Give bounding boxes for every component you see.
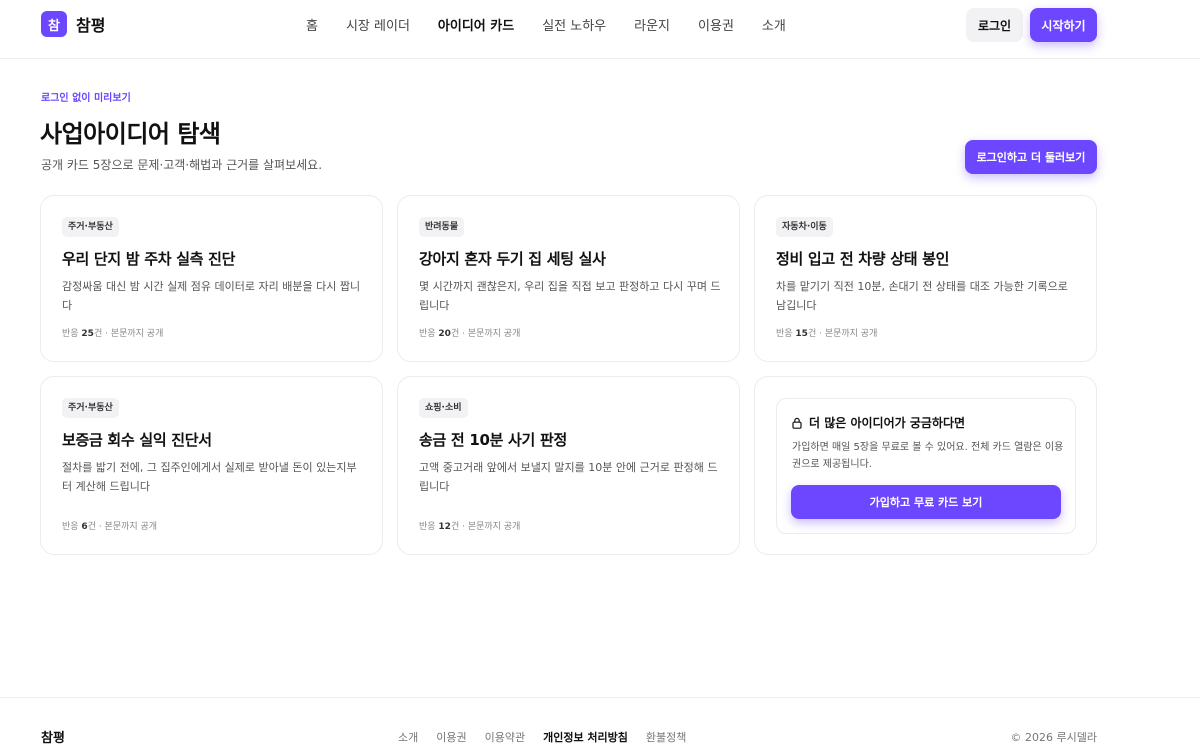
login-browse-more-button[interactable]: 로그인하고 더 둘러보기 [965, 140, 1097, 174]
logo-text: 참평 [76, 16, 106, 35]
card-meta: 반응 25건 · 본문까지 공개 [62, 329, 164, 339]
logo-mark: 참 [41, 11, 67, 37]
footer-links: 소개 이용권 이용약관 개인정보 처리방침 환불정책 [398, 729, 704, 745]
promo-header: 더 많은 아이디어가 궁금하다면 [791, 414, 965, 431]
logo[interactable]: 참 참평 [41, 11, 105, 37]
copyright: © 2026 루시델라 [1010, 731, 1097, 744]
page-subtitle: 공개 카드 5장으로 문제·고객·해법과 근거를 살펴보세요. [41, 158, 323, 172]
card-description: 고액 중고거래 앞에서 보낼지 말지를 10분 안에 근거로 판정해 드립니다 [419, 461, 718, 493]
promo-title: 더 많은 아이디어가 궁금하다면 [809, 416, 966, 430]
reaction-count: 25 [81, 329, 94, 339]
nav-pass[interactable]: 이용권 [698, 15, 734, 34]
footer: 참평 소개 이용권 이용약관 개인정보 처리방침 환불정책 © 2026 루시델… [0, 697, 1200, 750]
card-title: 강아지 혼자 두기 집 세팅 실사 [419, 250, 606, 268]
start-button[interactable]: 시작하기 [1030, 8, 1097, 42]
footer-link-refund[interactable]: 환불정책 [646, 729, 686, 745]
card-meta: 반응 6건 · 본문까지 공개 [62, 522, 158, 532]
idea-card-3[interactable]: 자동차·이동 정비 입고 전 차량 상태 봉인 차를 맡기기 직전 10분, 손… [754, 195, 1097, 362]
card-meta: 반응 15건 · 본문까지 공개 [776, 329, 878, 339]
preview-eyebrow: 로그인 없이 미리보기 [41, 93, 131, 104]
card-description: 절차를 밟기 전에, 그 집주인에게서 실제로 받아낼 돈이 있는지부터 계산해… [62, 461, 357, 493]
signup-promo-box: 더 많은 아이디어가 궁금하다면 가입하면 매일 5장을 무료로 볼 수 있어요… [776, 398, 1076, 534]
signup-promo-card: 더 많은 아이디어가 궁금하다면 가입하면 매일 5장을 무료로 볼 수 있어요… [754, 376, 1097, 555]
card-title: 우리 단지 밤 주차 실측 진단 [62, 250, 236, 268]
nav-market-radar[interactable]: 시장 레이더 [346, 15, 410, 34]
card-description: 몇 시간까지 괜찮은지, 우리 집을 직접 보고 판정하고 다시 꾸며 드립니다 [419, 280, 721, 312]
footer-link-terms[interactable]: 이용약관 [485, 729, 525, 745]
idea-card-4[interactable]: 주거·부동산 보증금 회수 실익 진단서 절차를 밟기 전에, 그 집주인에게서… [40, 376, 383, 555]
footer-link-pass[interactable]: 이용권 [436, 729, 466, 745]
top-header: 참 참평 홈 시장 레이더 아이디어 카드 실전 노하우 라운지 이용권 소개 … [0, 0, 1200, 59]
reaction-count: 20 [438, 329, 451, 339]
card-tag: 주거·부동산 [62, 217, 119, 237]
nav-about[interactable]: 소개 [762, 15, 786, 34]
nav-idea-cards[interactable]: 아이디어 카드 [438, 15, 514, 34]
login-button[interactable]: 로그인 [966, 8, 1023, 42]
footer-link-about[interactable]: 소개 [398, 729, 418, 745]
card-title: 정비 입고 전 차량 상태 봉인 [776, 250, 950, 268]
card-title: 송금 전 10분 사기 판정 [419, 431, 567, 449]
idea-card-2[interactable]: 반려동물 강아지 혼자 두기 집 세팅 실사 몇 시간까지 괜찮은지, 우리 집… [397, 195, 740, 362]
footer-link-privacy[interactable]: 개인정보 처리방침 [543, 729, 628, 745]
reaction-count: 12 [438, 522, 451, 532]
nav-home[interactable]: 홈 [306, 15, 318, 34]
main-nav: 홈 시장 레이더 아이디어 카드 실전 노하우 라운지 이용권 소개 [306, 0, 814, 48]
signup-free-cards-button[interactable]: 가입하고 무료 카드 보기 [791, 485, 1061, 519]
card-tag: 주거·부동산 [62, 398, 119, 418]
card-tag: 반려동물 [419, 217, 465, 237]
card-tag: 쇼핑·소비 [419, 398, 468, 418]
page-title: 사업아이디어 탐색 [40, 120, 221, 148]
idea-card-5[interactable]: 쇼핑·소비 송금 전 10분 사기 판정 고액 중고거래 앞에서 보낼지 말지를… [397, 376, 740, 555]
lock-icon [792, 417, 802, 429]
card-description: 감정싸움 대신 밤 시간 실제 점유 데이터로 자리 배분을 다시 짭니다 [62, 280, 361, 312]
nav-lounge[interactable]: 라운지 [634, 15, 670, 34]
nav-know-how[interactable]: 실전 노하우 [542, 15, 606, 34]
card-meta: 반응 20건 · 본문까지 공개 [419, 329, 521, 339]
reaction-count: 15 [795, 329, 808, 339]
card-tag: 자동차·이동 [776, 217, 833, 237]
footer-logo[interactable]: 참평 [41, 727, 65, 746]
card-description: 차를 맡기기 직전 10분, 손대기 전 상태를 대조 가능한 기록으로 남깁니… [776, 280, 1068, 312]
idea-card-1[interactable]: 주거·부동산 우리 단지 밤 주차 실측 진단 감정싸움 대신 밤 시간 실제 … [40, 195, 383, 362]
card-meta: 반응 12건 · 본문까지 공개 [419, 522, 521, 532]
promo-description: 가입하면 매일 5장을 무료로 볼 수 있어요. 전체 카드 열람은 이용권으로… [792, 442, 1064, 470]
card-title: 보증금 회수 실익 진단서 [62, 431, 212, 449]
